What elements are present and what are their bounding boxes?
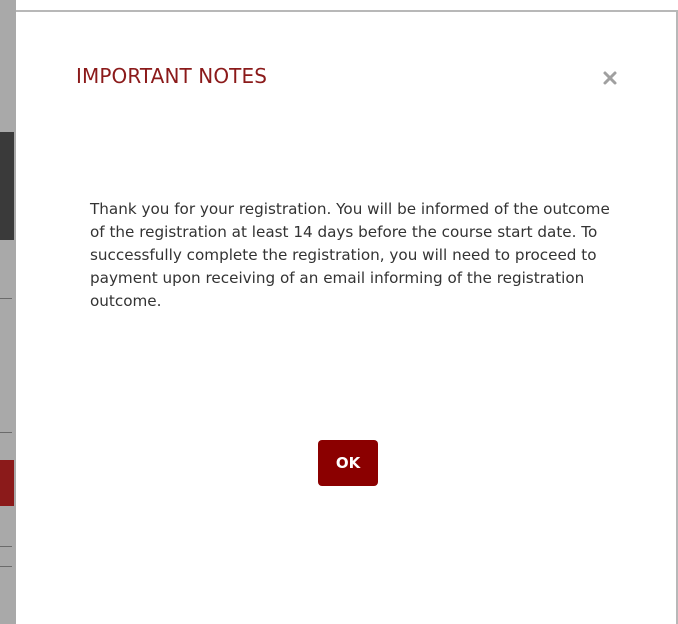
backdrop-divider bbox=[0, 546, 12, 547]
backdrop-dark-block bbox=[0, 132, 14, 240]
close-button[interactable] bbox=[598, 66, 622, 90]
backdrop-page bbox=[0, 0, 16, 624]
ok-button[interactable]: OK bbox=[318, 440, 378, 486]
backdrop-divider bbox=[0, 298, 12, 299]
dialog-message: Thank you for your registration. You wil… bbox=[90, 200, 610, 310]
close-icon bbox=[603, 71, 617, 85]
backdrop-red-block bbox=[0, 460, 14, 506]
dialog-title: IMPORTANT NOTES bbox=[76, 64, 268, 88]
important-notes-dialog: IMPORTANT NOTES Thank you for your regis… bbox=[16, 12, 676, 624]
backdrop-divider bbox=[0, 566, 12, 567]
screen: IMPORTANT NOTES Thank you for your regis… bbox=[0, 0, 678, 624]
backdrop-divider bbox=[0, 432, 12, 433]
